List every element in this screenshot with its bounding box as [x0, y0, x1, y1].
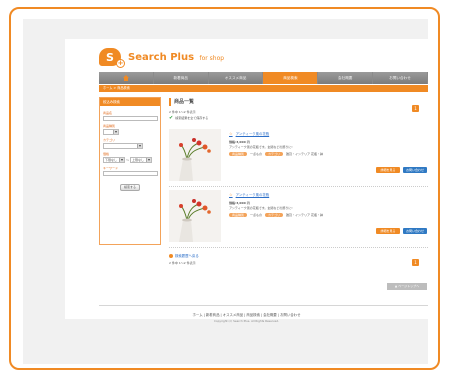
product-price: 価格:3,000 円	[229, 140, 250, 144]
site-logo[interactable]: S + Search Plus for shop	[99, 47, 224, 68]
type-tag: 商品種別	[229, 213, 248, 217]
sidebar-heading: 絞込み検索	[100, 98, 160, 106]
footer-links[interactable]: ホーム | 新着商品 | オススメ商品 | 商品検索 | 会社概要 | お問い合…	[65, 312, 428, 317]
price-separator: 〜	[126, 158, 130, 162]
nav-new-items[interactable]: 新着商品	[154, 72, 209, 84]
star-icon: ☆	[229, 131, 233, 136]
logo-mark-icon: S +	[99, 48, 125, 68]
copyright: Copyright (c) Search Plus. All Rights Re…	[213, 319, 280, 323]
screenshot-frame: S + Search Plus for shop 新着商品 オススメ商品 商品検…	[9, 7, 440, 370]
product-item: ☆ アンティーク風の花瓶 価格:3,000 円 アンティーク風の花瓶です。玄関な…	[169, 129, 428, 187]
check-icon: ✔	[169, 115, 174, 121]
product-name-input[interactable]	[103, 116, 158, 121]
product-description: アンティーク風の花瓶です。玄関などの飾りに!	[229, 145, 293, 149]
chevron-down-icon	[113, 130, 118, 134]
product-item: ☆ アンティーク風の花瓶 価格:3,000 円 アンティーク風の花瓶です。玄関な…	[169, 190, 428, 248]
star-icon: ☆	[229, 192, 233, 197]
brand-suffix: for shop	[199, 54, 225, 62]
product-tags: 商品種別 一点もの カテゴリ 雑貨・インテリア 花瓶・鉢	[229, 213, 427, 217]
type-tag-value: 一点もの	[250, 152, 263, 156]
product-image[interactable]	[169, 129, 221, 181]
nav-contact[interactable]: お問い合わせ	[373, 72, 428, 84]
product-name-link[interactable]: ☆ アンティーク風の花瓶	[229, 131, 427, 136]
category-tag: カテゴリ	[265, 152, 284, 156]
title-row: 商品一覧	[169, 97, 428, 106]
price-range: 下限なし 〜 上限なし	[103, 157, 157, 163]
results-main: 商品一覧 1 2 件中 1〜2 件表示 ✔ 検索結果を全て保存する ☆ アンティ…	[169, 97, 428, 317]
vase-image	[169, 190, 221, 242]
web-page: S + Search Plus for shop 新着商品 オススメ商品 商品検…	[65, 39, 428, 319]
price-from-value: 下限なし	[105, 158, 118, 162]
pager-button-bottom[interactable]: 1	[412, 259, 419, 266]
category-tag-value: 雑貨・インテリア 花瓶・鉢	[286, 213, 324, 217]
type-tag: 商品種別	[229, 152, 248, 156]
product-tags: 商品種別 一点もの カテゴリ 雑貨・インテリア 花瓶・鉢	[229, 152, 427, 156]
chevron-down-icon	[119, 158, 124, 162]
title-accent	[169, 97, 171, 106]
category-tag: カテゴリ	[265, 213, 284, 217]
type-tag-value: 一点もの	[250, 213, 263, 217]
category-tag-value: 雑貨・インテリア 花瓶・鉢	[286, 152, 324, 156]
save-all-label: 検索結果を全て保存する	[175, 116, 209, 120]
product-details: ☆ アンティーク風の花瓶 価格:3,000 円 アンティーク風の花瓶です。玄関な…	[229, 192, 427, 217]
brand-name: Search Plus	[128, 51, 195, 63]
price-to-select[interactable]: 上限なし	[130, 157, 153, 163]
product-image[interactable]	[169, 190, 221, 242]
page-title: 商品一覧	[174, 99, 195, 105]
nav-company[interactable]: 会社概要	[318, 72, 374, 84]
keyword-input[interactable]	[103, 171, 158, 176]
contact-button[interactable]: お問い合わせ	[403, 228, 427, 234]
category-select[interactable]	[103, 143, 143, 149]
product-actions: 詳細を見る お問い合わせ	[376, 167, 427, 173]
contact-button[interactable]: お問い合わせ	[403, 167, 427, 173]
product-details: ☆ アンティーク風の花瓶 価格:3,000 円 アンティーク風の花瓶です。玄関な…	[229, 131, 427, 156]
product-actions: 詳細を見る お問い合わせ	[376, 228, 427, 234]
product-name: アンティーク風の花瓶	[235, 193, 270, 197]
search-button[interactable]: 検索する	[120, 184, 140, 191]
product-description: アンティーク風の花瓶です。玄関などの飾りに!	[229, 206, 293, 210]
price-to-value: 上限なし	[132, 158, 145, 162]
page-top-button[interactable]: ▲ ページトップへ	[387, 283, 427, 290]
product-name-link[interactable]: ☆ アンティーク風の花瓶	[229, 192, 427, 197]
nav-recommended[interactable]: オススメ商品	[209, 72, 264, 84]
plus-icon: +	[116, 59, 125, 68]
product-price: 価格:3,000 円	[229, 201, 250, 205]
bullet-icon	[169, 253, 173, 258]
history-link-label: 検索履歴へ戻る	[175, 254, 199, 258]
pager-button-top[interactable]: 1	[412, 105, 419, 112]
detail-button[interactable]: 詳細を見る	[376, 228, 400, 234]
vase-image	[169, 129, 221, 181]
result-count-bottom: 2 件中 1〜2 件表示	[169, 261, 196, 265]
save-all-row[interactable]: ✔ 検索結果を全て保存する	[169, 115, 428, 121]
price-from-select[interactable]: 下限なし	[103, 157, 125, 163]
footer-divider	[99, 305, 428, 306]
nav-home[interactable]	[99, 72, 154, 84]
detail-button[interactable]: 詳細を見る	[376, 167, 400, 173]
product-name: アンティーク風の花瓶	[235, 132, 270, 136]
product-type-select[interactable]	[103, 129, 119, 135]
filter-sidebar: 絞込み検索 商品名 商品種別 カテゴリ 価格 下限なし 〜 上限なし キーワード…	[99, 97, 161, 245]
logo-letter: S	[106, 50, 114, 64]
browser-viewport: S + Search Plus for shop 新着商品 オススメ商品 商品検…	[23, 19, 428, 364]
breadcrumb: ホーム > 商品検索	[99, 85, 428, 92]
history-link[interactable]: 検索履歴へ戻る	[169, 253, 199, 258]
home-icon	[122, 75, 129, 81]
nav-search[interactable]: 商品検索	[263, 72, 319, 84]
global-nav: 新着商品 オススメ商品 商品検索 会社概要 お問い合わせ	[99, 72, 428, 84]
result-count: 2 件中 1〜2 件表示	[169, 110, 196, 114]
chevron-down-icon	[137, 144, 142, 148]
sidebar-form: 商品名 商品種別 カテゴリ 価格 下限なし 〜 上限なし キーワード 検索する	[100, 106, 160, 193]
logo-text: Search Plus for shop	[128, 52, 224, 63]
chevron-down-icon	[146, 158, 152, 162]
